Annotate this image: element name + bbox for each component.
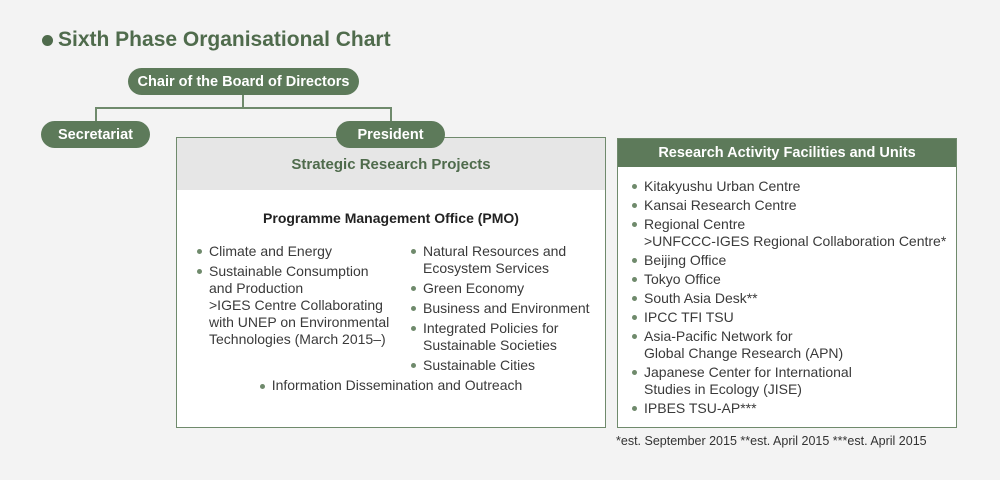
list-item: IPCC TFI TSU: [632, 309, 946, 326]
list-item: Business and Environment: [411, 300, 590, 317]
list-item: Japanese Center for International Studies…: [632, 364, 946, 398]
list-item-line: Kansai Research Centre: [644, 197, 797, 213]
chart-title: Sixth Phase Organisational Chart: [42, 28, 391, 52]
node-chair-label: Chair of the Board of Directors: [137, 73, 350, 90]
footnote: *est. September 2015 **est. April 2015 *…: [616, 434, 927, 448]
list-item: South Asia Desk**: [632, 290, 946, 307]
list-item-line: and Production: [209, 280, 304, 296]
list-item-line: Sustainable Societies: [423, 337, 557, 353]
list-item-line: Green Economy: [423, 280, 525, 296]
list-item: Kitakyushu Urban Centre: [632, 178, 946, 195]
list-item-line: Regional Centre: [644, 216, 746, 232]
list-item-line: >UNFCCC-IGES Regional Collaboration Cent…: [644, 233, 947, 249]
node-president: President: [336, 121, 445, 148]
node-secretariat-label: Secretariat: [58, 126, 133, 143]
list-item: Climate and Energy: [197, 243, 389, 260]
strategic-research-box: Strategic Research Projects Programme Ma…: [176, 137, 606, 428]
list-item-line: Ecosystem Services: [423, 260, 550, 276]
list-item-line: Tokyo Office: [644, 271, 721, 287]
list-item-line: Technologies (March 2015–): [209, 331, 386, 347]
list-item-line: South Asia Desk**: [644, 290, 758, 306]
list-item: Asia-Pacific Network for Global Change Re…: [632, 328, 946, 362]
list-item: Tokyo Office: [632, 271, 946, 288]
list-item-line: Natural Resources and: [423, 243, 567, 259]
list-item-line: Beijing Office: [644, 252, 727, 268]
list-item-line: Integrated Policies for: [423, 320, 559, 336]
list-item-line: Asia-Pacific Network for: [644, 328, 793, 344]
list-item-line: Climate and Energy: [209, 243, 332, 259]
strategic-right-list: Natural Resources and Ecosystem Services G…: [411, 243, 590, 377]
list-item-line: Global Change Research (APN): [644, 345, 844, 361]
research-facilities-box: Research Activity Facilities and Units K…: [617, 138, 957, 428]
list-item: Regional Centre >UNFCCC-IGES Regional Col…: [632, 216, 946, 250]
connector-secretariat: [95, 107, 97, 122]
list-item: Natural Resources and Ecosystem Services: [411, 243, 590, 277]
list-item-line: Japanese Center for International: [644, 364, 852, 380]
research-list: Kitakyushu Urban Centre Kansai Research C…: [632, 178, 946, 419]
strategic-left-list: Climate and Energy Sustainable Consumptio…: [197, 243, 389, 351]
bullet-dot-icon: [42, 34, 53, 46]
node-chair: Chair of the Board of Directors: [128, 68, 359, 95]
list-item-line: Sustainable Consumption: [209, 263, 369, 279]
chart-title-text: Sixth Phase Organisational Chart: [58, 28, 391, 51]
bottom-item-label: Information Dissemination and Outreach: [271, 377, 523, 393]
list-item-line: Business and Environment: [423, 300, 590, 316]
list-item-line: IPCC TFI TSU: [644, 309, 734, 325]
node-secretariat: Secretariat: [41, 121, 150, 148]
list-item: Sustainable Consumption and Production >IG…: [197, 263, 389, 348]
bottom-item: Information Dissemination and Outreach: [177, 377, 605, 393]
list-item-line: Sustainable Cities: [423, 357, 536, 373]
list-item: IPBES TSU-AP***: [632, 400, 946, 417]
research-heading: Research Activity Facilities and Units: [618, 139, 956, 167]
connector-horizontal: [95, 107, 392, 109]
list-item-line: Kitakyushu Urban Centre: [644, 178, 801, 194]
list-item: Integrated Policies for Sustainable Socie…: [411, 320, 590, 354]
bullet-icon: [259, 383, 265, 389]
list-item-line: IPBES TSU-AP***: [644, 400, 757, 416]
list-item: Beijing Office: [632, 252, 946, 269]
list-item-line: >IGES Centre Collaborating: [209, 297, 383, 313]
connector-president: [390, 107, 392, 122]
list-item-line: Studies in Ecology (JISE): [644, 381, 802, 397]
list-item: Kansai Research Centre: [632, 197, 946, 214]
node-president-label: President: [357, 126, 424, 143]
list-item: Sustainable Cities: [411, 357, 590, 374]
pmo-title: Programme Management Office (PMO): [263, 210, 519, 226]
list-item: Green Economy: [411, 280, 590, 297]
list-item-line: with UNEP on Environmental: [209, 314, 390, 330]
